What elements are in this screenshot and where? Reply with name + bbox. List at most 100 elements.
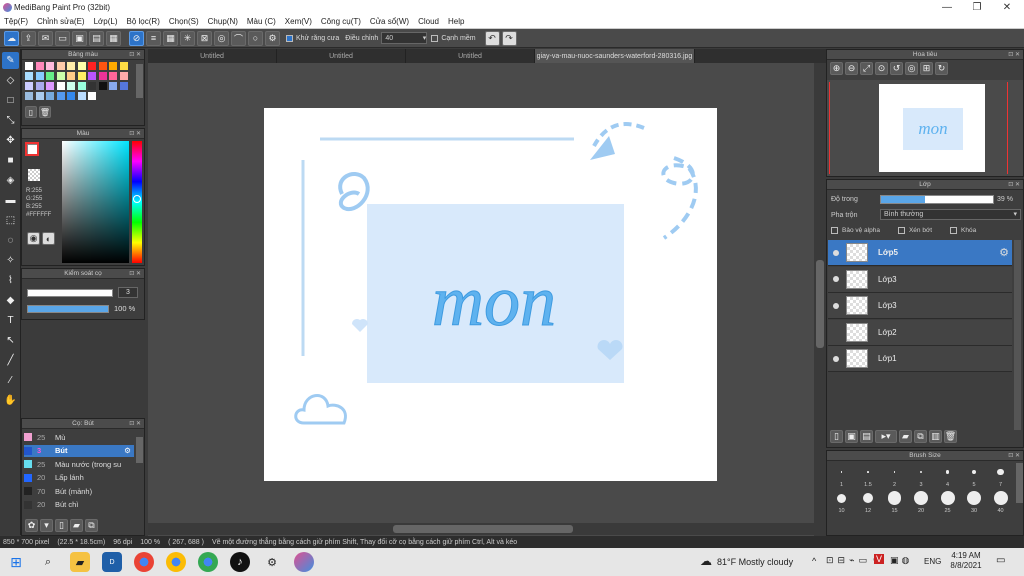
minimize-button[interactable]: — (932, 0, 962, 15)
palette-swatch[interactable] (46, 92, 54, 100)
add-color-icon[interactable]: ◐ (42, 232, 55, 245)
palette-swatch[interactable] (56, 72, 65, 80)
palette-swatch[interactable] (56, 92, 65, 100)
maximize-button[interactable]: ❐ (962, 0, 992, 15)
eyedropper-icon[interactable]: ⁄ (2, 372, 19, 389)
chat-icon[interactable]: ✉ (38, 30, 53, 46)
palette-swatch[interactable] (46, 72, 54, 80)
search-icon[interactable]: ⌕ (38, 552, 58, 572)
snap-off-icon[interactable]: ⊘ (129, 30, 144, 46)
palette-swatch[interactable] (67, 82, 75, 90)
soft-edge-checkbox[interactable] (431, 34, 439, 42)
menu-edit[interactable]: Chỉnh sửa(E) (37, 17, 85, 26)
palette-swatch[interactable] (88, 72, 96, 80)
protect-alpha-checkbox[interactable] (831, 227, 838, 234)
gallery-icon[interactable]: ▤ (89, 30, 104, 46)
menu-tools[interactable]: Công cụ(T) (321, 17, 361, 26)
brush-copy-icon[interactable]: ▯ (55, 519, 68, 532)
vpn-icon[interactable]: V (874, 554, 885, 564)
saturation-value-picker[interactable] (62, 141, 129, 263)
brush-size-cell[interactable]: 10 (829, 489, 854, 514)
palette-swatch[interactable] (67, 72, 75, 80)
snap-perspective-icon[interactable]: ⊠ (197, 30, 212, 46)
rotate-right-icon[interactable]: ↻ (935, 62, 948, 75)
brush-size-cell[interactable]: 5 (962, 463, 987, 488)
brush-opacity-slider[interactable] (27, 305, 109, 313)
settings-gear-icon[interactable]: ⚙ (262, 552, 282, 572)
palette-scrollbar[interactable] (136, 64, 143, 98)
windows-start-icon[interactable]: ⊞ (6, 552, 26, 572)
brush-size-cell[interactable]: 1 (829, 463, 854, 488)
hand-tool-icon[interactable]: ✋ (2, 392, 19, 409)
file-explorer-icon[interactable]: ▰ (70, 552, 90, 572)
clipping-checkbox[interactable] (897, 227, 905, 234)
redo-icon[interactable]: ↷ (501, 30, 517, 46)
brush-duplicate-icon[interactable]: ⧉ (85, 519, 98, 532)
brush-folder-icon[interactable]: ▰ (70, 519, 83, 532)
rotate-reset-icon[interactable]: ◎ (905, 62, 918, 75)
chrome-icon-3[interactable] (198, 552, 218, 572)
menu-select[interactable]: Chọn(S) (169, 17, 199, 26)
menu-help[interactable]: Help (448, 17, 464, 26)
snap-ellipse-icon[interactable]: ○ (248, 30, 263, 46)
menu-snap[interactable]: Chụp(N) (208, 17, 238, 26)
panel-controls-icon[interactable]: ⊡ ✕ (129, 420, 141, 427)
brush-size-cell[interactable]: 7 (988, 463, 1013, 488)
brush-list-item[interactable]: 3 Bút ⚙ (24, 444, 134, 457)
menu-filter[interactable]: Bộ lọc(R) (127, 17, 160, 26)
tab-untitled-2[interactable]: Untitled (277, 49, 406, 63)
tab-active-image[interactable]: giay-va-mau-nuoc-saunders-waterford-2803… (535, 49, 695, 63)
tab-untitled-1[interactable]: Untitled (148, 49, 277, 63)
horizontal-scrollbar[interactable] (148, 523, 814, 535)
merge-layer-icon[interactable]: ▥ (929, 430, 942, 443)
close-button[interactable]: ✕ (992, 0, 1022, 15)
menu-cloud[interactable]: Cloud (418, 17, 439, 26)
brush-size-cell[interactable]: 3 (909, 463, 934, 488)
tray-icons[interactable]: ⊡⊟⌁▭◔ (826, 555, 880, 566)
snap-circle-icon[interactable]: ◎ (214, 30, 229, 46)
language-indicator[interactable]: ENG (924, 557, 941, 566)
palette-swatch[interactable] (46, 82, 54, 90)
hue-handle[interactable] (133, 195, 141, 203)
tiktok-icon[interactable]: ♪ (230, 552, 250, 572)
text-tool-icon[interactable]: T (2, 312, 19, 329)
palette-swatch[interactable] (67, 62, 75, 70)
zoom-in-icon[interactable]: ⊕ (830, 62, 843, 75)
flip-icon[interactable]: ⊞ (920, 62, 933, 75)
new-palette-icon[interactable]: ▯ (25, 106, 37, 118)
dot-tool-icon[interactable]: □ (2, 92, 19, 109)
cloud-icon[interactable]: ☁ (4, 30, 19, 46)
settings-icon[interactable]: ⚙ (265, 30, 280, 46)
antialias-checkbox[interactable] (286, 34, 293, 42)
grid-icon[interactable]: ▦ (106, 30, 121, 46)
panel-controls-icon[interactable]: ⊡ ✕ (1008, 452, 1020, 459)
layer-scrollbar[interactable] (1014, 240, 1021, 430)
brush-size-value[interactable]: 3 (118, 287, 138, 298)
weather-icon[interactable]: ☁ (700, 554, 712, 568)
palette-swatch[interactable] (109, 72, 117, 80)
tray-icons-2[interactable]: ▣◍ (890, 555, 912, 566)
brush-list-scrollbar[interactable] (136, 437, 143, 463)
layer-visibility-icon[interactable] (833, 249, 839, 256)
brush-size-cell[interactable]: 40 (988, 489, 1013, 514)
select-brush-icon[interactable]: ⌇ (2, 272, 19, 289)
brush-size-cell[interactable]: 12 (856, 489, 881, 514)
palette-swatch[interactable] (25, 72, 33, 80)
palette-swatch[interactable] (119, 62, 128, 70)
secondary-color-swatch[interactable] (25, 142, 39, 156)
lasso-icon[interactable]: ◌ (2, 232, 19, 249)
palette-swatch[interactable] (77, 92, 86, 100)
palette-swatch[interactable] (35, 92, 44, 100)
palette-swatch[interactable] (25, 82, 33, 90)
shape-fill-icon[interactable]: ■ (2, 152, 19, 169)
palette-swatch[interactable] (56, 62, 65, 70)
brush-size-cell[interactable]: 15 (882, 489, 907, 514)
select-rect-icon[interactable]: ⬚ (2, 212, 19, 229)
brush-list-item[interactable]: 20 Bút chì (24, 499, 134, 511)
duplicate-layer-icon[interactable]: ⧉ (914, 430, 927, 443)
vertical-scrollbar[interactable] (814, 63, 826, 536)
snap-parallel-icon[interactable]: ≡ (146, 30, 161, 46)
layer-settings-icon[interactable]: ⚙ (999, 246, 1009, 259)
undo-icon[interactable]: ↶ (484, 30, 500, 46)
brush-tool-icon[interactable]: ✎ (2, 52, 19, 69)
